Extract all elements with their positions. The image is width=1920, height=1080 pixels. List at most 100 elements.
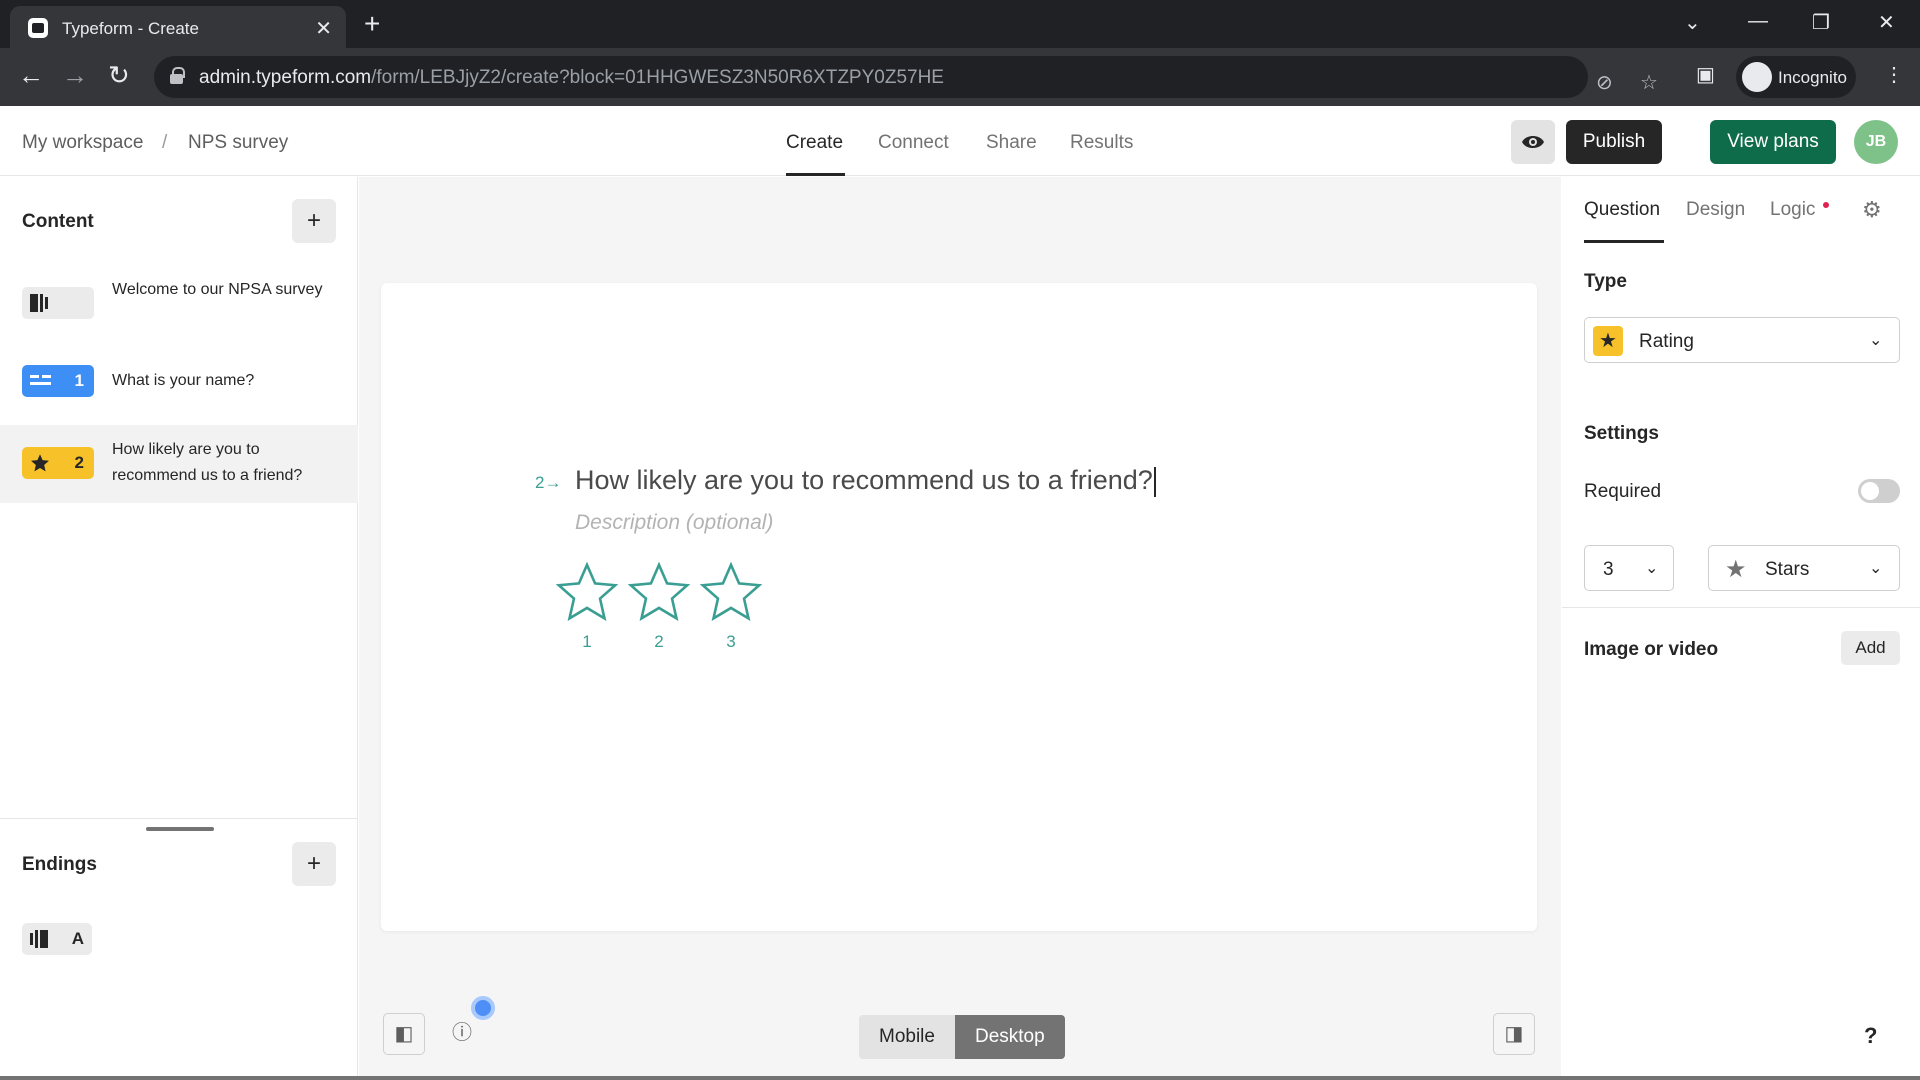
star-outline-icon (555, 561, 619, 622)
bookmark-star-icon[interactable]: ☆ (1640, 70, 1658, 95)
active-tab-underline (786, 173, 845, 176)
publish-button[interactable]: Publish (1566, 120, 1662, 164)
star-outline-icon (699, 561, 763, 622)
panel-divider (1562, 607, 1920, 608)
add-content-button[interactable]: + (292, 199, 336, 243)
side-panel-icon[interactable]: ▣ (1696, 62, 1715, 87)
ending-letter: A (71, 929, 84, 948)
url-path: /form/LEBJjyZ2/create?block=01HHGWESZ3N5… (371, 67, 944, 88)
question-preview-card[interactable]: 2→ How likely are you to recommend us to… (381, 283, 1537, 931)
browser-tab[interactable]: Typeform - Create ✕ (10, 6, 346, 48)
tab-logic[interactable]: Logic (1770, 199, 1815, 221)
incognito-indicator[interactable]: Incognito (1736, 56, 1856, 98)
browser-toolbar: ← → ↻ admin.typeform.com/form/LEBJjyZ2/c… (0, 48, 1920, 106)
type-heading: Type (1584, 271, 1627, 292)
sidebar-item-label: Welcome to our NPSA survey (112, 281, 323, 298)
rating-star-1[interactable]: 1 (553, 561, 621, 652)
app-header: My workspace / NPS survey Create Connect… (0, 106, 1920, 176)
tab-search-icon[interactable]: ⌄ (1684, 10, 1701, 35)
tracking-blocked-icon[interactable]: ⊘ (1596, 70, 1613, 95)
active-tab-underline (1584, 240, 1664, 243)
eye-icon (1522, 136, 1544, 148)
steps-select[interactable]: 3 ⌄ (1584, 545, 1674, 591)
question-title-input[interactable]: How likely are you to recommend us to a … (575, 465, 1156, 497)
user-avatar[interactable]: JB (1854, 120, 1898, 164)
question-settings-panel: Question Design Logic ⚙ Type ★ Rating ⌄ … (1562, 177, 1920, 1080)
reload-icon[interactable]: ↻ (108, 61, 130, 89)
incognito-label: Incognito (1778, 68, 1847, 87)
device-toggle: Mobile Desktop (859, 1015, 1065, 1059)
shape-value: Stars (1765, 559, 1810, 580)
question-type-select[interactable]: ★ Rating ⌄ (1584, 317, 1900, 363)
welcome-badge (22, 287, 94, 319)
forward-icon[interactable]: → (62, 61, 88, 89)
sidebar-item-name-question[interactable]: 1 What is your name? (0, 343, 358, 421)
content-heading: Content (22, 211, 94, 232)
restore-icon[interactable]: ❐ (1812, 10, 1830, 35)
sidebar-item-label: How likely are you to recommend us to a … (112, 441, 303, 484)
question-number: 1 (74, 371, 84, 390)
new-tab-button[interactable]: + (364, 8, 380, 40)
question-title-text: How likely are you to recommend us to a … (575, 465, 1153, 495)
minimize-icon[interactable]: — (1748, 10, 1768, 33)
tab-question[interactable]: Question (1584, 199, 1660, 221)
tab-design[interactable]: Design (1686, 199, 1745, 221)
toggle-left-panel-button[interactable]: ◧ (383, 1013, 425, 1055)
preview-button[interactable] (1511, 120, 1555, 164)
panel-expand-icon: ◨ (1504, 1023, 1524, 1045)
description-input[interactable]: Description (optional) (575, 511, 773, 535)
typeform-favicon-icon (28, 18, 48, 38)
gear-icon[interactable]: ⚙ (1862, 197, 1882, 223)
tab-share[interactable]: Share (986, 132, 1037, 154)
short-text-icon (30, 375, 51, 385)
required-label: Required (1584, 481, 1662, 502)
sidebar-item-label: What is your name? (112, 372, 255, 389)
accessibility-button[interactable]: ⓘ (441, 1013, 483, 1055)
required-toggle[interactable] (1858, 479, 1900, 503)
chevron-down-icon: ⌄ (1645, 560, 1659, 577)
close-window-icon[interactable]: ✕ (1878, 10, 1895, 35)
desktop-view-button[interactable]: Desktop (954, 1015, 1065, 1059)
shape-select[interactable]: ★ Stars ⌄ (1708, 545, 1900, 591)
address-bar[interactable]: admin.typeform.com/form/LEBJjyZ2/create?… (154, 56, 1658, 98)
close-tab-icon[interactable]: ✕ (315, 16, 332, 41)
breadcrumb-form-name[interactable]: NPS survey (188, 132, 288, 154)
star-label: 3 (726, 632, 736, 651)
star-label: 1 (582, 632, 592, 651)
tab-connect[interactable]: Connect (878, 132, 949, 154)
sidebar-item-ending-a[interactable]: A (0, 911, 358, 967)
incognito-icon (1742, 62, 1772, 92)
notification-dot (471, 996, 495, 1020)
question-badge: 2 (22, 447, 94, 479)
sidebar-item-welcome[interactable]: Welcome to our NPSA survey (0, 265, 358, 343)
rating-star-3[interactable]: 3 (697, 561, 765, 652)
add-ending-button[interactable]: + (292, 842, 336, 886)
sidebar-divider (0, 818, 358, 819)
browser-menu-icon[interactable]: ⋮ (1884, 62, 1904, 87)
toggle-right-panel-button[interactable]: ◨ (1493, 1013, 1535, 1055)
tab-results[interactable]: Results (1070, 132, 1133, 154)
welcome-screen-icon (30, 294, 48, 312)
url-text: admin.typeform.com/form/LEBJjyZ2/create?… (199, 67, 944, 89)
add-media-button[interactable]: Add (1841, 631, 1900, 665)
mobile-view-button[interactable]: Mobile (859, 1015, 955, 1059)
rating-star-icon: ★ (1593, 326, 1623, 356)
question-index: 2→ (535, 473, 562, 492)
tab-create[interactable]: Create (786, 132, 843, 154)
logic-alert-dot (1823, 202, 1829, 208)
browser-tab-strip: Typeform - Create ✕ + ⌄ — ❐ ✕ (0, 0, 1920, 48)
media-heading: Image or video (1584, 639, 1719, 660)
view-plans-button[interactable]: View plans (1710, 120, 1836, 164)
ending-badge: A (22, 923, 92, 955)
help-icon[interactable]: ? (1864, 1023, 1877, 1049)
sidebar-item-rating-question[interactable]: 2 How likely are you to recommend us to … (0, 425, 358, 503)
accessibility-icon: ⓘ (452, 1022, 472, 1044)
chevron-down-icon: ⌄ (1869, 560, 1883, 577)
back-icon[interactable]: ← (18, 61, 44, 89)
lock-icon (170, 67, 185, 84)
endings-heading: Endings (22, 854, 97, 875)
rating-star-2[interactable]: 2 (625, 561, 693, 652)
ending-screen-icon (30, 930, 48, 948)
resize-handle[interactable] (146, 827, 214, 831)
breadcrumb-workspace[interactable]: My workspace (22, 132, 143, 154)
